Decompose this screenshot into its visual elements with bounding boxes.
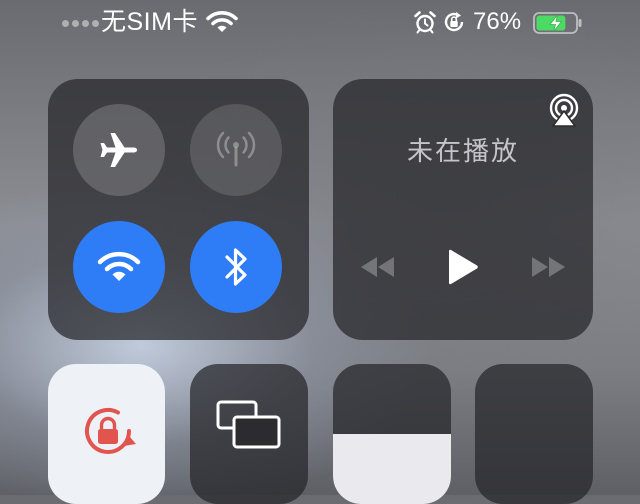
wifi-icon xyxy=(206,11,238,32)
play-icon[interactable] xyxy=(445,249,479,285)
brightness-slider[interactable] xyxy=(333,364,451,504)
cellular-data-toggle[interactable] xyxy=(190,104,282,196)
battery-icon xyxy=(533,12,582,34)
connectivity-panel xyxy=(48,79,309,340)
status-bar: 无SIM卡 76% xyxy=(0,0,640,44)
wifi-icon xyxy=(97,251,141,281)
bluetooth-toggle[interactable] xyxy=(190,221,282,313)
orientation-lock-icon xyxy=(444,12,464,32)
orientation-lock-icon xyxy=(85,407,136,454)
alarm-clock-icon xyxy=(414,11,436,34)
fast-forward-icon[interactable] xyxy=(529,255,567,279)
signal-strength-icon xyxy=(62,20,99,27)
now-playing-label: 未在播放 xyxy=(406,136,519,166)
screen-mirroring-button[interactable] xyxy=(190,364,308,504)
airplay-icon[interactable] xyxy=(547,93,581,127)
wifi-toggle[interactable] xyxy=(73,221,165,313)
cellular-antenna-icon xyxy=(216,131,256,167)
airplane-icon xyxy=(100,133,137,167)
orientation-lock-button[interactable] xyxy=(48,364,165,504)
volume-slider[interactable] xyxy=(475,364,593,504)
rewind-icon[interactable] xyxy=(359,255,397,279)
screen-mirroring-icon xyxy=(216,400,281,449)
now-playing-panel: 未在播放 xyxy=(333,79,593,340)
airplane-mode-toggle[interactable] xyxy=(73,104,165,196)
carrier-label: 无SIM卡 xyxy=(101,8,198,36)
battery-percent: 76% xyxy=(473,8,522,35)
bluetooth-icon xyxy=(225,248,247,286)
brightness-level-fill xyxy=(333,434,451,504)
